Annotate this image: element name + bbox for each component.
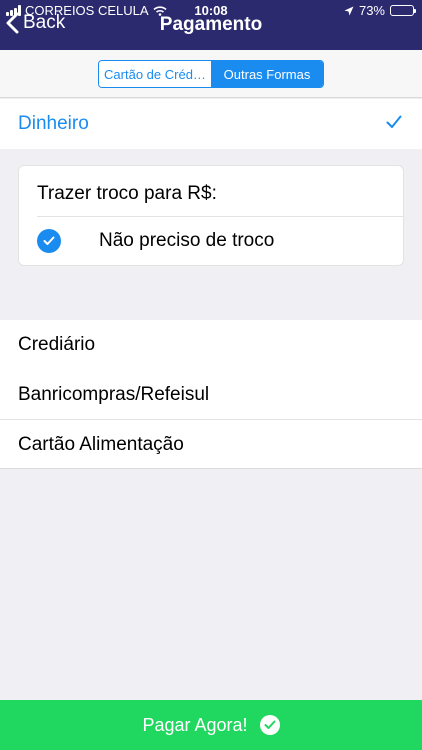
pay-now-button[interactable]: Pagar Agora! [0,700,422,750]
option-dinheiro[interactable]: Dinheiro [0,99,422,149]
option-dinheiro-label: Dinheiro [18,113,89,134]
pay-now-label: Pagar Agora! [142,714,248,735]
option-banricompras[interactable]: Banricompras/Refeisul [0,370,422,420]
no-change-label: Não preciso de troco [99,230,275,251]
other-payment-list: Crediário Banricompras/Refeisul Cartão A… [0,320,422,469]
segment-bar: Cartão de Créd… Outras Formas [0,50,422,98]
navigation-bar: CORREIOS CELULA 10:08 73% Back Pagamento [0,0,422,50]
list-item-label: Cartão Alimentação [18,434,184,455]
checkbox-checked-icon[interactable] [37,229,61,253]
list-item-label: Crediário [18,334,96,355]
tab-credit-card[interactable]: Cartão de Créd… [99,61,211,87]
no-change-option[interactable]: Não preciso de troco [37,229,274,253]
change-prompt[interactable]: Trazer troco para R$: [37,183,217,205]
payment-type-segmented-control: Cartão de Créd… Outras Formas [98,60,324,88]
divider [37,216,403,217]
change-card: Trazer troco para R$: Não preciso de tro… [18,165,404,266]
page-title: Pagamento [159,14,263,35]
check-circle-icon [259,715,280,735]
option-cartao-alimentacao[interactable]: Cartão Alimentação [0,419,422,469]
option-crediario[interactable]: Crediário [0,320,422,370]
checkmark-icon [386,115,402,128]
tab-other-methods[interactable]: Outras Formas [211,61,323,87]
list-item-label: Banricompras/Refeisul [18,384,210,405]
